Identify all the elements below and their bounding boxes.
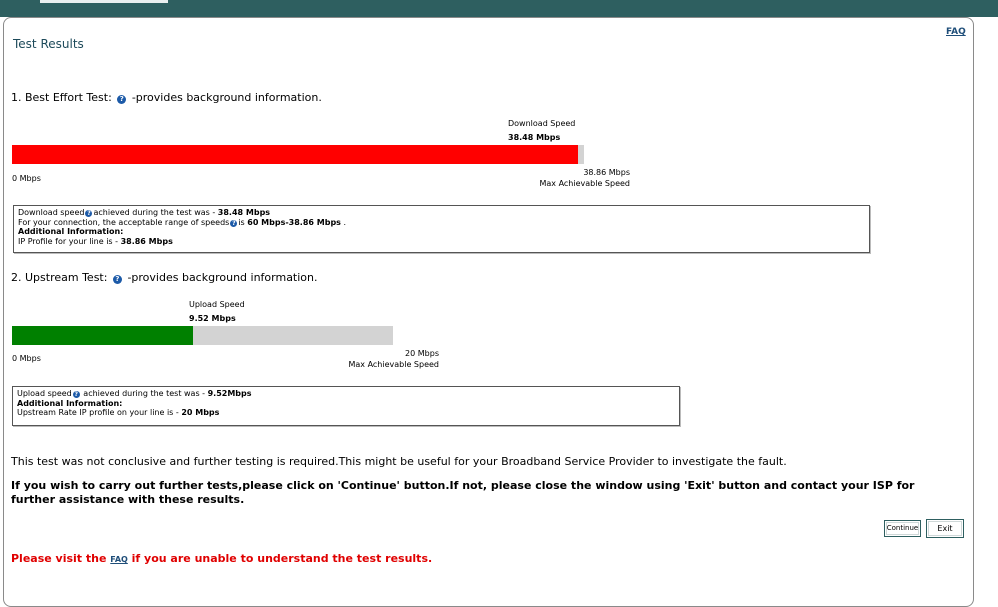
download-info-value: 38.86 Mbps (120, 236, 173, 246)
download-info-line-4: IP Profile for your line is - 38.86 Mbps (18, 237, 865, 247)
best-effort-heading: 1. Best Effort Test: ? -provides backgro… (11, 91, 322, 104)
help-icon[interactable]: ? (117, 95, 127, 104)
upload-speed-bar (12, 326, 393, 345)
faq-visit-prefix: Please visit the (11, 552, 111, 565)
download-info-text: . (340, 217, 347, 227)
download-speed-bar-fill (12, 145, 579, 164)
page-title: Test Results (13, 37, 84, 51)
upload-speed-value: 9.52 Mbps (189, 314, 236, 323)
download-info-text: IP Profile for your line is - (18, 236, 121, 246)
results-panel (3, 17, 974, 607)
best-effort-heading-prefix: 1. Best Effort Test: (11, 91, 112, 104)
faq-link-bottom[interactable]: FAQ (110, 555, 128, 564)
faq-visit-suffix: if you are unable to understand the test… (127, 552, 433, 565)
upload-info-text: Upload speed (17, 389, 72, 398)
download-info-range: 60 Mbps-38.86 Mbps (247, 217, 341, 227)
help-icon[interactable]: ? (85, 210, 93, 217)
instructions-message: If you wish to carry out further tests,p… (11, 479, 915, 506)
upload-info-value: 20 Mbps (181, 408, 220, 418)
upload-max-label: Max Achievable Speed (348, 360, 439, 369)
upload-info-text: achieved during the test was - (80, 389, 208, 398)
download-info-heading: Additional Information: (18, 227, 124, 237)
download-speed-label: Download Speed (508, 119, 576, 128)
download-speed-bar (12, 145, 584, 164)
upload-info-line-2: Additional Information: (17, 399, 675, 409)
download-info-line-1: Download speed? achieved during the test … (18, 208, 865, 218)
download-info-text: achieved during the test was - (93, 208, 218, 217)
continue-button[interactable]: Continue (884, 520, 921, 537)
upstream-heading-prefix: 2. Upstream Test: (11, 271, 108, 284)
upload-speed-label: Upload Speed (189, 300, 245, 309)
download-max-label: Max Achievable Speed (539, 179, 630, 188)
upload-min-label: 0 Mbps (12, 354, 41, 363)
upload-speed-bar-fill (12, 326, 194, 345)
upstream-heading-suffix: -provides background information. (127, 271, 318, 284)
download-max-value: 38.86 Mbps (583, 168, 630, 177)
faq-link-top[interactable]: FAQ (946, 27, 966, 37)
inconclusive-message: This test was not conclusive and further… (11, 455, 787, 468)
upload-info-heading: Additional Information: (17, 398, 123, 408)
download-info-box: Download speed? achieved during the test … (13, 205, 870, 253)
upload-info-value: 9.52Mbps (207, 389, 252, 398)
top-bar (0, 0, 998, 17)
download-info-line-2: For your connection, the acceptable rang… (18, 218, 865, 228)
exit-button[interactable]: Exit (926, 519, 964, 538)
best-effort-heading-suffix: -provides background information. (131, 91, 322, 104)
upload-info-text: Upstream Rate IP profile on your line is… (17, 408, 182, 418)
top-tab-indicator (40, 0, 168, 3)
upload-info-box: Upload speed? achieved during the test w… (12, 386, 680, 426)
download-speed-value: 38.48 Mbps (508, 133, 561, 142)
download-min-label: 0 Mbps (12, 174, 41, 183)
upload-info-line-1: Upload speed? achieved during the test w… (17, 389, 675, 399)
faq-visit-message: Please visit the FAQ if you are unable t… (11, 552, 432, 565)
help-icon[interactable]: ? (230, 219, 238, 227)
download-info-text: Download speed (18, 208, 85, 217)
help-icon[interactable]: ? (72, 391, 80, 398)
download-info-text: is (238, 217, 248, 227)
help-icon[interactable]: ? (112, 275, 122, 284)
download-info-line-3: Additional Information: (18, 227, 865, 237)
upload-max-value: 20 Mbps (405, 349, 439, 358)
download-info-value: 38.48 Mbps (217, 208, 271, 217)
upstream-heading: 2. Upstream Test: ? -provides background… (11, 271, 318, 284)
upload-info-line-3: Upstream Rate IP profile on your line is… (17, 408, 675, 418)
download-info-text: For your connection, the acceptable rang… (18, 217, 230, 227)
